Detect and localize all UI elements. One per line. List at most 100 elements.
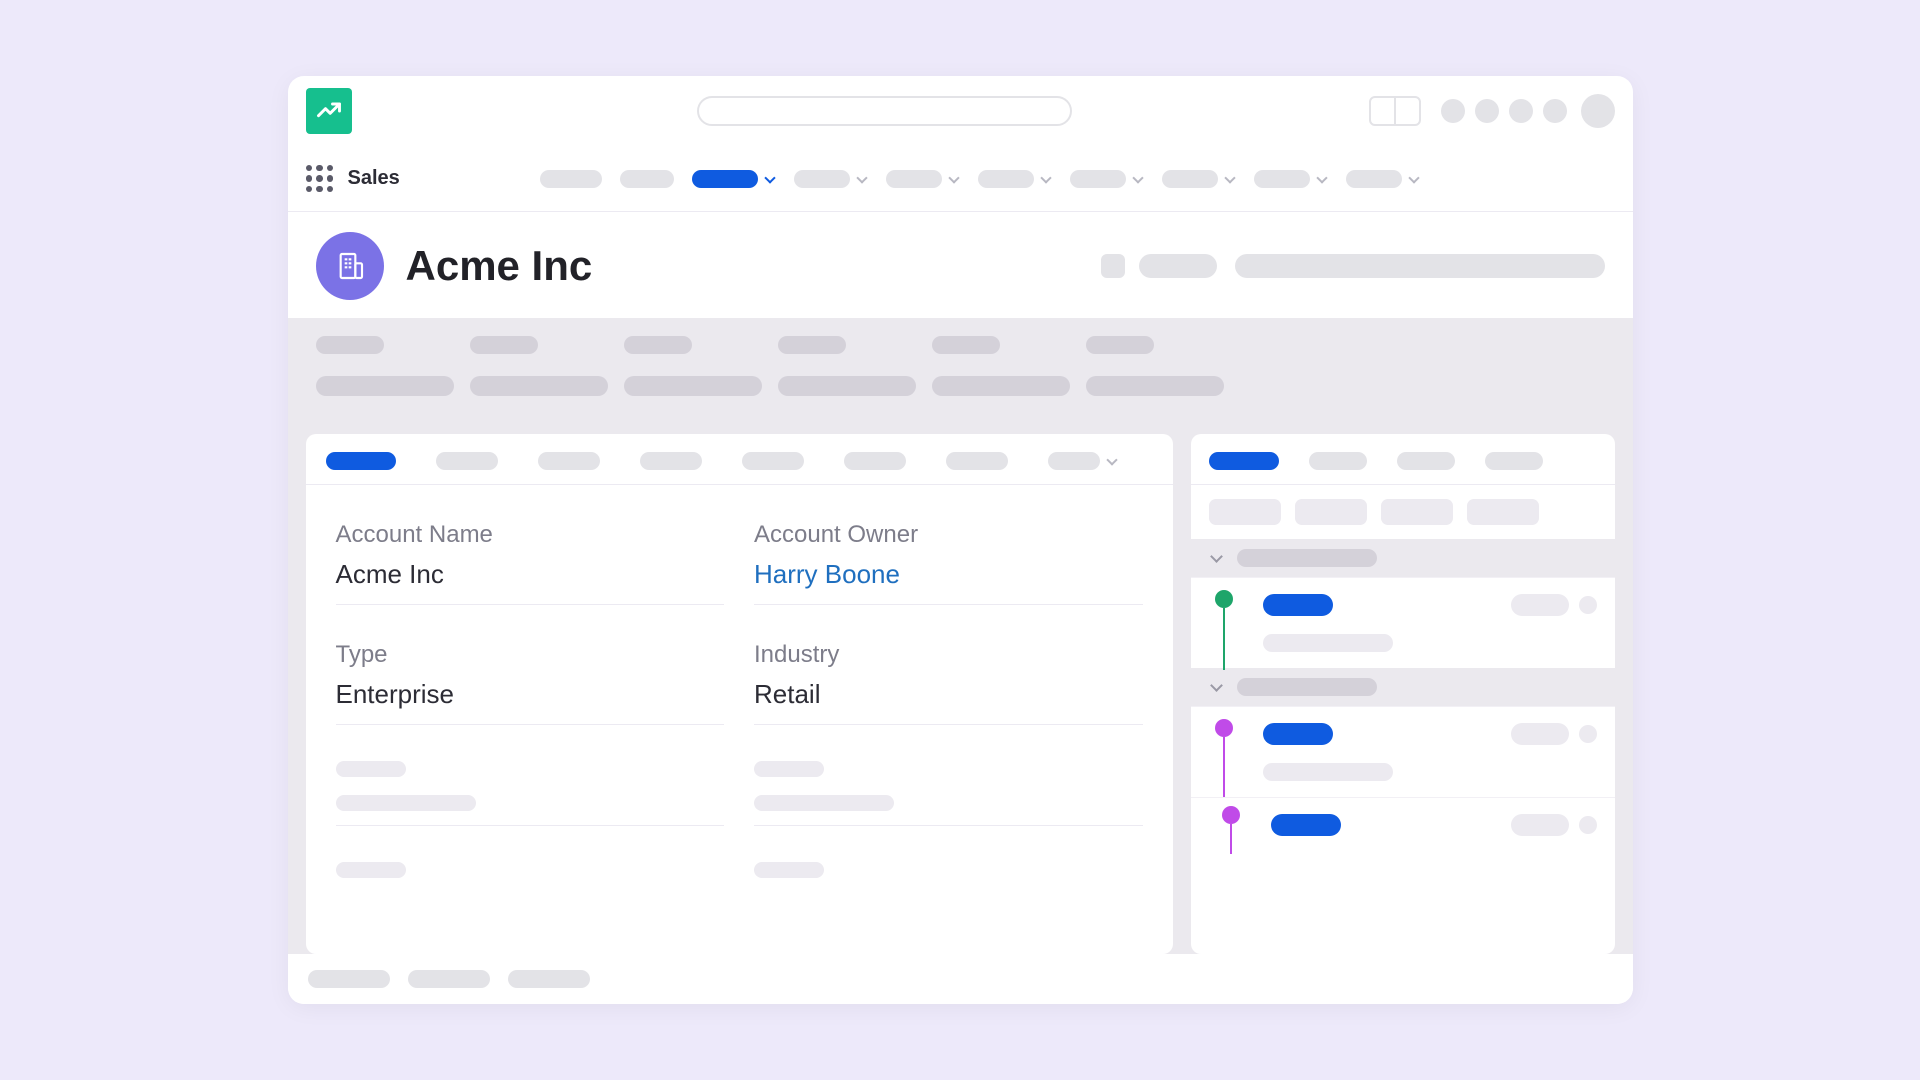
activity-section-label (1237, 678, 1377, 696)
chevron-down-icon (764, 173, 776, 185)
highlight-value (778, 376, 916, 396)
chevron-down-icon (1316, 173, 1328, 185)
highlight-label (316, 336, 384, 354)
field-label: Account Name (336, 521, 725, 549)
activity-tab[interactable] (1397, 452, 1455, 470)
activity-section-header[interactable] (1191, 668, 1615, 706)
topbar-action-2[interactable] (1475, 99, 1499, 123)
footer-item[interactable] (508, 970, 590, 988)
topbar-action-1[interactable] (1441, 99, 1465, 123)
field-type: Type Enterprise (336, 641, 725, 725)
app-window: Sales (288, 76, 1633, 1004)
avatar[interactable] (1581, 94, 1615, 128)
highlight-label (1086, 336, 1154, 354)
nav-tab[interactable] (978, 170, 1052, 188)
details-tab-active[interactable] (326, 452, 396, 470)
timeline-stem (1223, 737, 1225, 799)
activity-action-icon[interactable] (1579, 816, 1597, 834)
activity-item[interactable] (1191, 797, 1615, 852)
activity-tab[interactable] (1309, 452, 1367, 470)
building-icon (334, 250, 366, 282)
app-logo[interactable] (306, 88, 352, 134)
activity-action-icon[interactable] (1579, 596, 1597, 614)
nav-tab[interactable] (1346, 170, 1420, 188)
view-toggle[interactable] (1369, 96, 1421, 126)
header-action[interactable] (1101, 254, 1125, 278)
activity-subtext (1263, 763, 1393, 781)
activity-item[interactable] (1191, 706, 1615, 797)
trending-up-icon (315, 97, 343, 125)
details-tab-more[interactable] (1048, 452, 1118, 470)
nav-tab[interactable] (1254, 170, 1328, 188)
activity-title (1263, 594, 1333, 616)
topbar-action-3[interactable] (1509, 99, 1533, 123)
activity-tab-active[interactable] (1209, 452, 1279, 470)
status-dot-icon (1215, 719, 1233, 737)
highlight-label (470, 336, 538, 354)
status-dot-icon (1215, 590, 1233, 608)
app-launcher-icon[interactable] (306, 165, 334, 193)
record-header: Acme Inc (288, 212, 1633, 318)
nav-tab[interactable] (540, 170, 602, 188)
highlights-panel (288, 318, 1633, 418)
nav-tab[interactable] (886, 170, 960, 188)
details-body: Account Name Acme Inc Account Owner Harr… (306, 485, 1173, 910)
activity-tab[interactable] (1485, 452, 1543, 470)
activity-filter-row (1191, 485, 1615, 539)
details-tabstrip (306, 434, 1173, 485)
details-tab[interactable] (946, 452, 1008, 470)
activity-meta (1511, 723, 1569, 745)
field-label: Industry (754, 641, 1143, 669)
activity-section-header[interactable] (1191, 539, 1615, 577)
activity-section-label (1237, 549, 1377, 567)
nav-tab[interactable] (1070, 170, 1144, 188)
details-tab[interactable] (436, 452, 498, 470)
status-dot-icon (1222, 806, 1240, 824)
activity-subtext (1263, 634, 1393, 652)
field-label: Type (336, 641, 725, 669)
field-placeholder (336, 862, 725, 910)
activity-action-icon[interactable] (1579, 725, 1597, 743)
nav-tab[interactable] (1162, 170, 1236, 188)
activity-filter-chip[interactable] (1467, 499, 1539, 525)
activity-meta (1511, 594, 1569, 616)
nav-tab[interactable] (620, 170, 674, 188)
topbar (288, 76, 1633, 146)
timeline-stem (1230, 824, 1232, 854)
header-button-group[interactable] (1235, 254, 1605, 278)
chevron-down-icon (1132, 173, 1144, 185)
field-placeholder (336, 761, 725, 826)
footer-item[interactable] (408, 970, 490, 988)
activity-filter-chip[interactable] (1295, 499, 1367, 525)
chevron-down-icon (1209, 680, 1223, 694)
field-industry: Industry Retail (754, 641, 1143, 725)
account-owner-link[interactable]: Harry Boone (754, 559, 1143, 590)
details-tab[interactable] (742, 452, 804, 470)
chevron-down-icon (1106, 455, 1118, 467)
footer-item[interactable] (308, 970, 390, 988)
details-tab[interactable] (844, 452, 906, 470)
content-area: Account Name Acme Inc Account Owner Harr… (288, 418, 1633, 954)
timeline-stem (1223, 608, 1225, 670)
activity-item[interactable] (1191, 577, 1615, 668)
nav-tab[interactable] (794, 170, 868, 188)
header-button[interactable] (1139, 254, 1217, 278)
chevron-down-icon (1408, 173, 1420, 185)
chevron-down-icon (1224, 173, 1236, 185)
highlight-label (778, 336, 846, 354)
details-tab[interactable] (640, 452, 702, 470)
activity-filter-chip[interactable] (1381, 499, 1453, 525)
navbar: Sales (288, 146, 1633, 212)
nav-tab-active[interactable] (692, 170, 776, 188)
details-tab[interactable] (538, 452, 600, 470)
field-placeholder (754, 862, 1143, 910)
highlight-value (624, 376, 762, 396)
chevron-down-icon (1040, 173, 1052, 185)
activity-filter-chip[interactable] (1209, 499, 1281, 525)
topbar-action-4[interactable] (1543, 99, 1567, 123)
highlight-label (624, 336, 692, 354)
footer (288, 954, 1633, 1004)
activity-meta (1511, 814, 1569, 836)
page-title: Acme Inc (406, 242, 593, 290)
search-input[interactable] (697, 96, 1072, 126)
